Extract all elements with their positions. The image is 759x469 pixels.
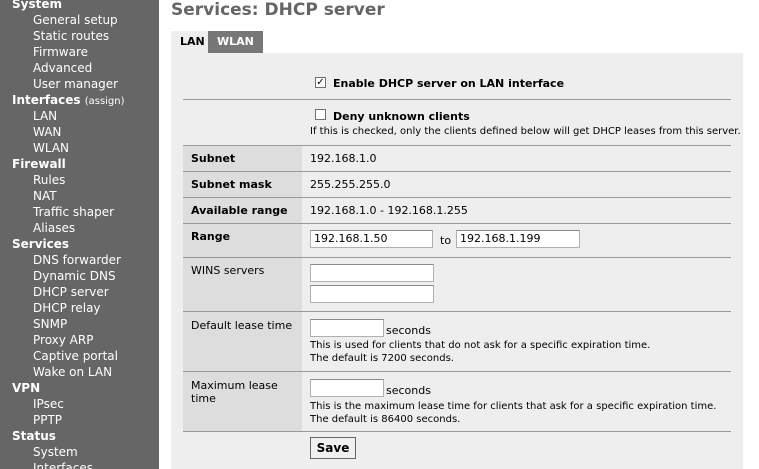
nav-item-advanced[interactable]: Advanced bbox=[33, 60, 92, 76]
nav-item-nat[interactable]: NAT bbox=[33, 188, 57, 204]
divider bbox=[183, 431, 731, 432]
max-lease-label-line2: time bbox=[191, 392, 216, 405]
nav-item-wlan[interactable]: WLAN bbox=[33, 140, 69, 156]
max-lease-help: This is the maximum lease time for clien… bbox=[310, 401, 717, 412]
divider bbox=[183, 171, 731, 172]
sidebar-nav: System General setup Static routes Firmw… bbox=[0, 0, 159, 469]
enable-dhcp-checkbox[interactable]: ✓ bbox=[315, 77, 326, 88]
nav-item-wan[interactable]: WAN bbox=[33, 124, 61, 140]
range-to-label: to bbox=[440, 234, 452, 247]
available-range-label: Available range bbox=[191, 204, 288, 217]
nav-item-rules[interactable]: Rules bbox=[33, 172, 65, 188]
nav-item-firmware[interactable]: Firmware bbox=[33, 44, 88, 60]
divider bbox=[183, 311, 731, 312]
nav-item-dynamic-dns[interactable]: Dynamic DNS bbox=[33, 268, 116, 284]
nav-group-vpn[interactable]: VPN bbox=[12, 380, 40, 396]
subnet-value: 192.168.1.0 bbox=[310, 152, 377, 165]
wins-servers-label: WINS servers bbox=[191, 264, 265, 277]
subnet-mask-value: 255.255.255.0 bbox=[310, 178, 391, 191]
default-lease-help: This is used for clients that do not ask… bbox=[310, 340, 651, 351]
enable-dhcp-label: Enable DHCP server on LAN interface bbox=[333, 77, 565, 90]
wins-server-2-input[interactable] bbox=[310, 285, 434, 303]
nav-item-dhcp-server[interactable]: DHCP server bbox=[33, 284, 109, 300]
nav-item-snmp[interactable]: SNMP bbox=[33, 316, 67, 332]
range-to-input[interactable]: 192.168.1.199 bbox=[456, 230, 580, 248]
nav-item-status-system[interactable]: System bbox=[33, 444, 78, 460]
nav-item-lan[interactable]: LAN bbox=[33, 108, 57, 124]
deny-unknown-help: If this is checked, only the clients def… bbox=[310, 126, 741, 137]
default-lease-label: Default lease time bbox=[191, 319, 293, 332]
nav-item-aliases[interactable]: Aliases bbox=[33, 220, 75, 236]
divider bbox=[183, 257, 731, 258]
divider bbox=[183, 371, 731, 372]
wins-server-1-input[interactable] bbox=[310, 264, 434, 282]
nav-item-dhcp-relay[interactable]: DHCP relay bbox=[33, 300, 101, 316]
default-lease-unit: seconds bbox=[386, 324, 431, 337]
max-lease-unit: seconds bbox=[386, 384, 431, 397]
divider bbox=[183, 99, 731, 100]
range-label: Range bbox=[191, 230, 231, 243]
deny-unknown-checkbox[interactable] bbox=[315, 109, 326, 120]
save-button[interactable]: Save bbox=[310, 437, 356, 459]
nav-item-wake-on-lan[interactable]: Wake on LAN bbox=[33, 364, 112, 380]
assign-link[interactable]: (assign) bbox=[85, 96, 125, 107]
subnet-mask-label: Subnet mask bbox=[191, 178, 272, 191]
range-from-input[interactable]: 192.168.1.50 bbox=[310, 230, 433, 248]
nav-group-interfaces-label: Interfaces bbox=[12, 93, 81, 107]
divider bbox=[183, 197, 731, 198]
max-lease-input[interactable] bbox=[310, 379, 384, 397]
tab-wlan[interactable]: WLAN bbox=[208, 31, 263, 53]
default-lease-input[interactable] bbox=[310, 319, 384, 337]
nav-item-general-setup[interactable]: General setup bbox=[33, 12, 118, 28]
subnet-label: Subnet bbox=[191, 152, 236, 165]
nav-item-status-interfaces[interactable]: Interfaces bbox=[33, 460, 93, 469]
nav-group-firewall[interactable]: Firewall bbox=[12, 156, 66, 172]
divider bbox=[183, 223, 731, 224]
default-lease-default: The default is 7200 seconds. bbox=[310, 353, 454, 364]
page-title: Services: DHCP server bbox=[171, 0, 385, 20]
dhcp-form-panel: ✓ Enable DHCP server on LAN interface De… bbox=[171, 53, 743, 469]
available-range-value: 192.168.1.0 - 192.168.1.255 bbox=[310, 204, 468, 217]
nav-group-interfaces[interactable]: Interfaces (assign) bbox=[12, 92, 125, 110]
nav-item-ipsec[interactable]: IPsec bbox=[33, 396, 64, 412]
nav-item-static-routes[interactable]: Static routes bbox=[33, 28, 109, 44]
nav-group-system[interactable]: System bbox=[12, 0, 62, 12]
nav-item-pptp[interactable]: PPTP bbox=[33, 412, 62, 428]
nav-item-traffic-shaper[interactable]: Traffic shaper bbox=[33, 204, 114, 220]
nav-group-status[interactable]: Status bbox=[12, 428, 56, 444]
max-lease-default: The default is 86400 seconds. bbox=[310, 414, 461, 425]
nav-group-services[interactable]: Services bbox=[12, 236, 69, 252]
deny-unknown-label: Deny unknown clients bbox=[333, 110, 470, 123]
nav-item-user-manager[interactable]: User manager bbox=[33, 76, 118, 92]
nav-item-captive-portal[interactable]: Captive portal bbox=[33, 348, 118, 364]
nav-item-proxy-arp[interactable]: Proxy ARP bbox=[33, 332, 93, 348]
max-lease-label-line1: Maximum lease bbox=[191, 379, 278, 392]
nav-item-dns-forwarder[interactable]: DNS forwarder bbox=[33, 252, 121, 268]
